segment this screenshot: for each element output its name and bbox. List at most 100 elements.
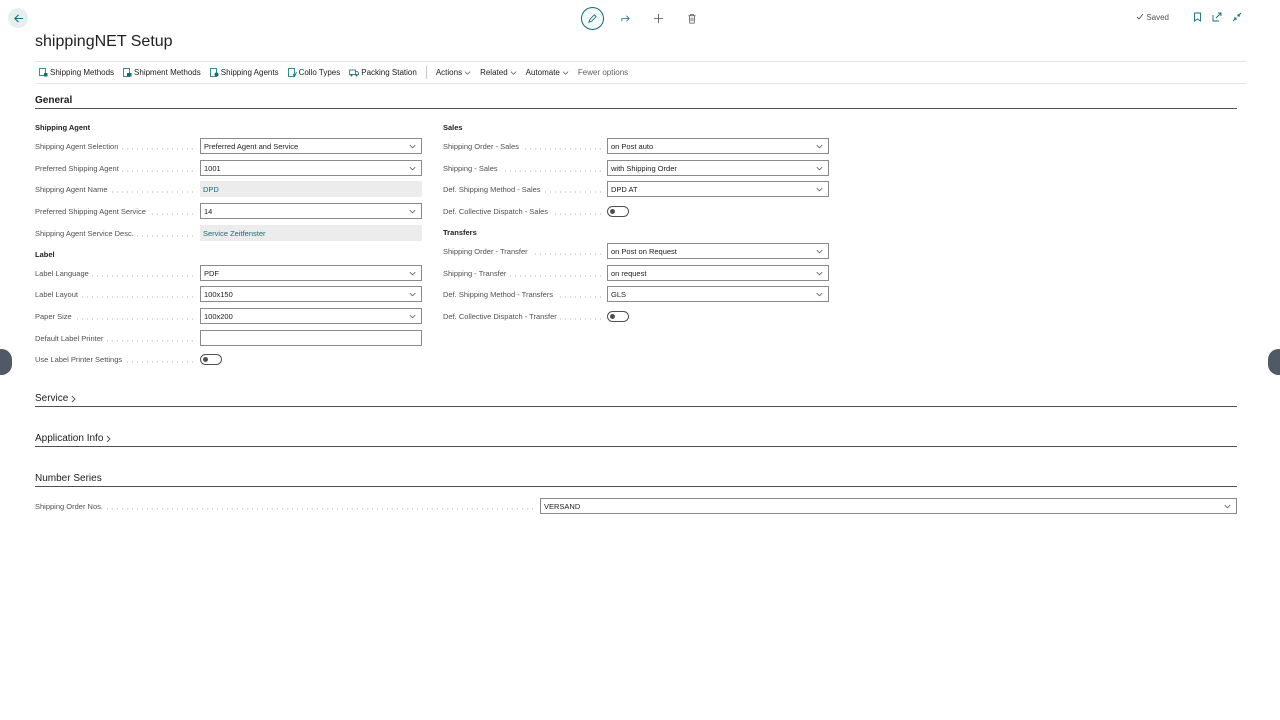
label-language-label: Label Language [35, 269, 195, 278]
method-transfers-label: Def. Shipping Method - Transfers [443, 290, 603, 299]
edit-button[interactable] [581, 7, 604, 30]
preferred-agent-select[interactable]: 1001 [200, 160, 422, 176]
service-section-divider [35, 406, 1237, 407]
page-toolbar [581, 7, 703, 30]
chevron-down-icon [464, 71, 471, 75]
shipping-transfer-label: Shipping - Transfer [443, 269, 603, 278]
chevron-down-icon [409, 292, 416, 297]
order-sales-value: on Post auto [611, 141, 654, 151]
new-button[interactable] [647, 7, 670, 30]
number-series-section-title: Number Series [35, 473, 102, 484]
number-series-section-divider [35, 486, 1237, 487]
agent-name-label: Shipping Agent Name [35, 185, 195, 194]
general-section-toggle[interactable]: General [35, 95, 72, 106]
next-record-handle[interactable] [1268, 349, 1280, 375]
default-printer-label: Default Label Printer [35, 334, 195, 343]
chevron-down-icon [409, 271, 416, 276]
shipment-methods-icon [123, 68, 132, 77]
actions-menu[interactable]: Actions [436, 68, 471, 77]
paper-size-select[interactable]: 100x200 [200, 308, 422, 324]
shipping-sales-select[interactable]: with Shipping Order [607, 160, 829, 176]
automate-menu[interactable]: Automate [526, 68, 569, 77]
number-series-section-toggle[interactable]: Number Series [35, 473, 102, 484]
toggle-knob [203, 357, 208, 362]
shipping-transfer-value: on request [611, 268, 647, 278]
service-section-toggle[interactable]: Service [35, 393, 77, 404]
service-desc-field: Service Zeitfenster [200, 225, 422, 241]
use-printer-settings-toggle[interactable] [200, 354, 222, 365]
use-printer-settings-label: Use Label Printer Settings [35, 355, 195, 364]
preferred-agent-value: 1001 [204, 163, 221, 173]
general-section-title: General [35, 95, 73, 106]
chevron-right-icon [107, 435, 112, 442]
chevron-down-icon [409, 144, 416, 149]
collective-transfer-toggle[interactable] [607, 311, 629, 322]
order-transfer-select[interactable]: on Post on Request [607, 243, 829, 259]
agent-selection-label: Shipping Agent Selection [35, 142, 195, 151]
fewer-options-button[interactable]: Fewer options [578, 68, 628, 77]
back-button[interactable] [8, 8, 28, 28]
action-bar-separator [425, 66, 427, 79]
status-area: Saved [1136, 12, 1242, 22]
shipping-transfer-select[interactable]: on request [607, 265, 829, 281]
checkmark-icon [1136, 13, 1144, 20]
label-layout-select[interactable]: 100x150 [200, 286, 422, 302]
label-language-select[interactable]: PDF [200, 265, 422, 281]
collective-sales-toggle[interactable] [607, 206, 629, 217]
chevron-down-icon [1224, 504, 1231, 509]
agent-selection-value: Preferred Agent and Service [204, 141, 299, 151]
shipping-methods-action[interactable]: Shipping Methods [39, 68, 114, 77]
related-menu[interactable]: Related [480, 68, 517, 77]
preferred-agent-label: Preferred Shipping Agent [35, 164, 195, 173]
order-nos-label: Shipping Order Nos. [35, 502, 535, 511]
chevron-down-icon [816, 187, 823, 192]
chevron-down-icon [409, 166, 416, 171]
method-sales-label: Def. Shipping Method - Sales [443, 185, 603, 194]
previous-record-handle[interactable] [0, 349, 12, 375]
chevron-down-icon [816, 144, 823, 149]
shipping-agents-action[interactable]: Shipping Agents [209, 68, 279, 77]
agent-selection-select[interactable]: Preferred Agent and Service [200, 138, 422, 154]
share-button[interactable] [614, 7, 637, 30]
collo-types-action[interactable]: Collo Types [287, 68, 340, 77]
chevron-down-icon [816, 166, 823, 171]
collective-sales-label: Def. Collective Dispatch - Sales [443, 207, 603, 216]
method-sales-select[interactable]: DPD AT [607, 181, 829, 197]
preferred-service-select[interactable]: 14 [200, 203, 422, 219]
open-new-window-icon[interactable] [1212, 12, 1222, 22]
toggle-knob [610, 209, 615, 214]
saved-status: Saved [1136, 13, 1169, 22]
order-nos-select[interactable]: VERSAND [540, 498, 1237, 514]
bookmark-icon[interactable] [1193, 12, 1202, 22]
packing-station-label: Packing Station [361, 68, 417, 77]
share-icon [621, 15, 630, 22]
pencil-icon [588, 14, 597, 23]
fewer-options-label: Fewer options [577, 68, 629, 77]
default-printer-input[interactable] [200, 330, 422, 346]
shipping-methods-label: Shipping Methods [50, 68, 115, 77]
shipping-methods-icon [39, 68, 48, 77]
label-layout-value: 100x150 [204, 289, 233, 299]
chevron-down-icon [409, 209, 416, 214]
method-transfers-select[interactable]: GLS [607, 286, 829, 302]
chevron-down-icon [409, 314, 416, 319]
shipment-methods-action[interactable]: Shipment Methods [123, 68, 201, 77]
packing-station-action[interactable]: Packing Station [349, 68, 417, 77]
delete-button[interactable] [680, 7, 703, 30]
arrow-left-icon [13, 13, 23, 23]
chevron-down-icon [816, 249, 823, 254]
service-desc-value: Service Zeitfenster [203, 228, 266, 238]
truck-icon [349, 69, 360, 77]
label-group-title: Label [35, 250, 55, 259]
automate-menu-label: Automate [525, 68, 560, 77]
method-transfers-value: GLS [611, 289, 627, 299]
application-info-section-toggle[interactable]: Application Info [35, 433, 112, 444]
chevron-right-icon [72, 395, 76, 402]
order-sales-select[interactable]: on Post auto [607, 138, 829, 154]
collective-transfer-label: Def. Collective Dispatch - Transfer [443, 312, 603, 321]
order-nos-value: VERSAND [544, 501, 581, 511]
shipping-agents-icon [209, 68, 219, 77]
collapse-icon[interactable] [1232, 12, 1242, 22]
toggle-knob [610, 314, 615, 319]
agent-name-field: DPD [200, 181, 422, 197]
